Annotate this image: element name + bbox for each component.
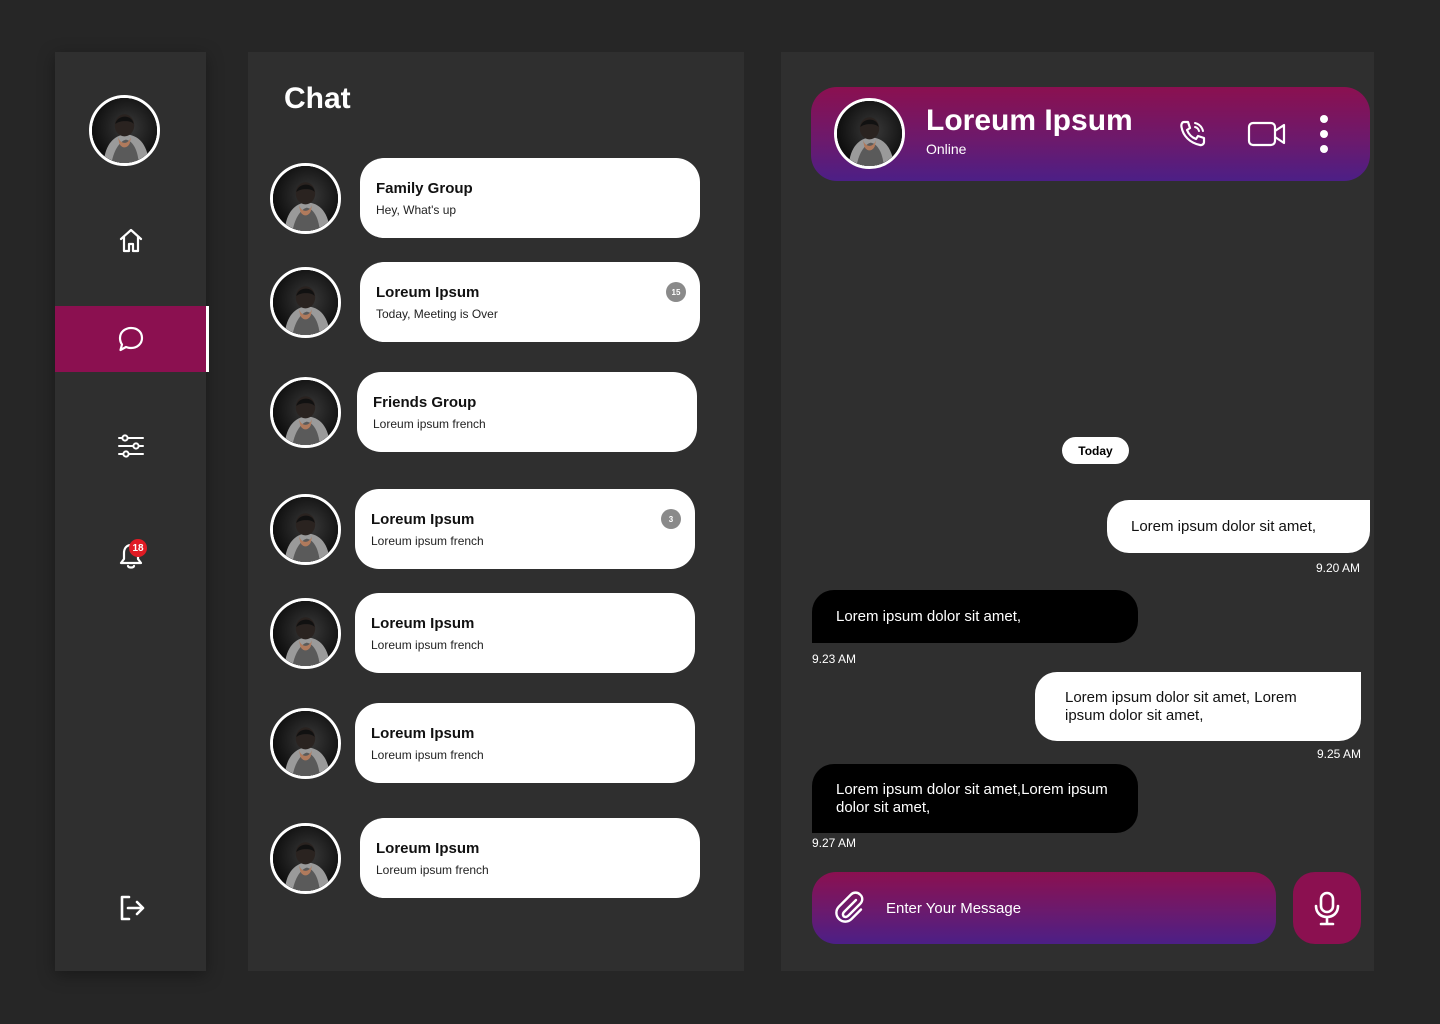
- chat-name: Family Group: [376, 180, 473, 197]
- home-icon: [119, 228, 142, 253]
- chat-card[interactable]: Loreum Ipsum Loreum ipsum french: [355, 703, 695, 783]
- message-text: Lorem ipsum dolor sit amet, Lorem ipsum …: [1065, 688, 1297, 724]
- chat-preview: Loreum ipsum french: [371, 638, 484, 652]
- chat-preview: Hey, What's up: [376, 203, 457, 217]
- chat-preview: Loreum ipsum french: [371, 748, 484, 762]
- video-camera-icon[interactable]: [1247, 118, 1287, 150]
- message-text: Lorem ipsum dolor sit amet,: [1131, 517, 1317, 535]
- logout-icon: [120, 895, 144, 921]
- message-composer: [812, 872, 1276, 944]
- chat-name: Loreum Ipsum: [371, 615, 475, 632]
- chat-name: Friends Group: [373, 394, 477, 411]
- message-input[interactable]: [886, 894, 1246, 922]
- chat-name: Loreum Ipsum: [376, 840, 480, 857]
- message-text: Lorem ipsum dolor sit amet,: [836, 607, 1022, 625]
- message-bubble-outgoing: Lorem ipsum dolor sit amet,: [1107, 500, 1370, 553]
- microphone-icon: [1314, 891, 1340, 926]
- message-bubble-outgoing: Lorem ipsum dolor sit amet, Lorem ipsum …: [1035, 672, 1361, 741]
- conversation-header: Loreum Ipsum Online: [811, 87, 1370, 181]
- message-time: 9.20 AM: [1316, 561, 1361, 575]
- avatar: [270, 708, 341, 779]
- chat-preview: Loreum ipsum french: [373, 417, 486, 431]
- contact-name: Loreum Ipsum: [926, 104, 1133, 137]
- message-time: 9.25 AM: [1317, 747, 1362, 761]
- notification-badge: 18: [129, 539, 147, 557]
- nav-home[interactable]: [55, 208, 206, 274]
- chat-preview: Loreum ipsum french: [376, 863, 489, 877]
- chat-card[interactable]: Loreum Ipsum Loreum ipsum french 3: [355, 489, 695, 569]
- paperclip-icon[interactable]: [832, 890, 866, 926]
- avatar: [270, 377, 341, 448]
- contact-avatar[interactable]: [834, 98, 905, 169]
- chat-card[interactable]: Loreum Ipsum Loreum ipsum french: [360, 818, 700, 898]
- chat-list-panel: Chat Family Group Hey, What's up Loreum …: [248, 52, 744, 971]
- chat-card[interactable]: Friends Group Loreum ipsum french: [357, 372, 697, 452]
- message-time: 9.23 AM: [812, 652, 857, 666]
- message-text: Lorem ipsum dolor sit amet,Lorem ipsum d…: [836, 780, 1108, 816]
- chat-card[interactable]: Loreum Ipsum Loreum ipsum french: [355, 593, 695, 673]
- message-bubble-incoming: Lorem ipsum dolor sit amet,Lorem ipsum d…: [812, 764, 1138, 833]
- chat-bubble-icon: [118, 326, 143, 352]
- message-bubble-incoming: Lorem ipsum dolor sit amet,: [812, 590, 1138, 643]
- avatar: [270, 598, 341, 669]
- sidebar: 18: [55, 52, 209, 971]
- chat-list-item[interactable]: Loreum Ipsum Today, Meeting is Over 15: [270, 262, 700, 342]
- more-options-icon[interactable]: [1317, 114, 1331, 154]
- sliders-icon: [117, 434, 144, 458]
- conversation-panel: Loreum Ipsum Online Today Lorem ipsum do…: [781, 52, 1374, 971]
- chat-list-item[interactable]: Loreum Ipsum Loreum ipsum french: [270, 593, 700, 673]
- avatar: [270, 494, 341, 565]
- nav-settings[interactable]: [55, 413, 206, 479]
- avatar: [270, 823, 341, 894]
- chat-list-item[interactable]: Family Group Hey, What's up: [270, 158, 700, 238]
- chat-list-item[interactable]: Loreum Ipsum Loreum ipsum french 3: [270, 489, 700, 569]
- unread-count-badge: 15: [666, 282, 686, 302]
- page-title: Chat: [284, 82, 351, 115]
- profile-avatar[interactable]: [89, 95, 160, 166]
- chat-card[interactable]: Loreum Ipsum Today, Meeting is Over 15: [360, 262, 700, 342]
- chat-name: Loreum Ipsum: [371, 725, 475, 742]
- avatar: [270, 267, 341, 338]
- chat-list-item[interactable]: Friends Group Loreum ipsum french: [270, 372, 700, 452]
- chat-preview: Today, Meeting is Over: [376, 307, 498, 321]
- chat-list-item[interactable]: Loreum Ipsum Loreum ipsum french: [270, 818, 700, 898]
- nav-logout[interactable]: [55, 875, 206, 941]
- contact-status: Online: [926, 141, 967, 157]
- unread-count-badge: 3: [661, 509, 681, 529]
- chat-name: Loreum Ipsum: [371, 511, 475, 528]
- chat-name: Loreum Ipsum: [376, 284, 480, 301]
- date-divider: Today: [1062, 437, 1129, 464]
- nav-chat[interactable]: [55, 306, 209, 372]
- avatar: [270, 163, 341, 234]
- nav-notifications[interactable]: 18: [55, 523, 206, 589]
- microphone-button[interactable]: [1293, 872, 1361, 944]
- message-time: 9.27 AM: [812, 836, 857, 850]
- chat-preview: Loreum ipsum french: [371, 534, 484, 548]
- phone-icon[interactable]: [1177, 118, 1209, 150]
- chat-list-item[interactable]: Loreum Ipsum Loreum ipsum french: [270, 703, 700, 783]
- chat-card[interactable]: Family Group Hey, What's up: [360, 158, 700, 238]
